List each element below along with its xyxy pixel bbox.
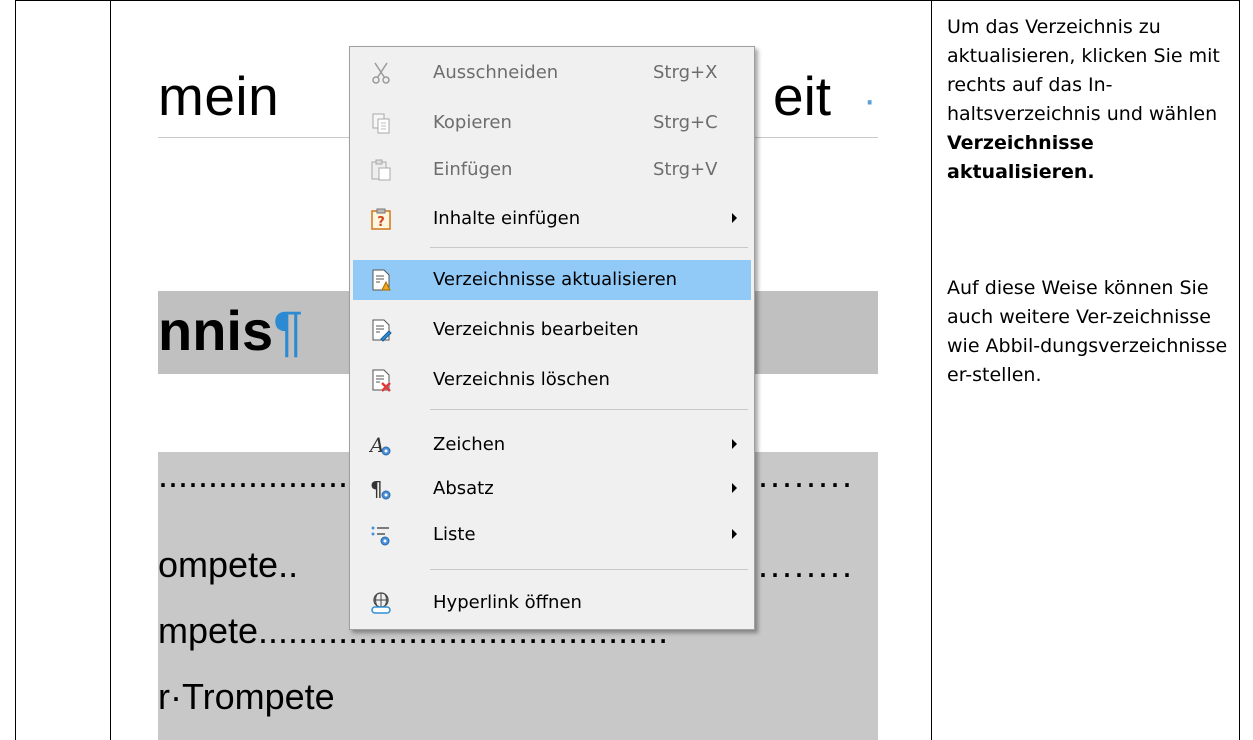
paragraph-icon: ¶ (370, 477, 391, 501)
copy-icon (372, 113, 390, 134)
svg-text:?: ? (377, 215, 385, 230)
character-icon: A (369, 433, 391, 457)
instruction-bold-text: Verzeichnisse aktualisieren. (947, 132, 1095, 183)
heading-fragment-left: mein (158, 65, 280, 127)
menu-item-label: Verzeichnis löschen (433, 369, 610, 390)
toc-dots-line: ................... (158, 454, 349, 495)
heading-fragment-right: eit (773, 65, 832, 127)
toc-heading-text: nnis (158, 299, 274, 362)
context-menu: Ausschneiden Strg+X Kopieren Strg+C Einf… (349, 46, 755, 630)
paste-special-icon: ? (371, 208, 391, 230)
update-index-icon (372, 269, 391, 291)
menu-item-paste-special[interactable]: ? Inhalte einfügen (353, 199, 751, 239)
menu-item-character[interactable]: A Zeichen (353, 425, 751, 465)
menu-item-label: Ausschneiden (433, 62, 559, 83)
instruction-paragraph-1: Um das Verzeichnis zu aktualisieren, kli… (947, 13, 1237, 187)
menu-separator (430, 569, 748, 570)
menu-item-list[interactable]: Liste (353, 515, 751, 555)
toc-entry-3: r·Trompete (158, 676, 335, 717)
menu-item-shortcut: Strg+C (653, 112, 718, 133)
submenu-arrow-icon (732, 529, 737, 539)
pilcrow-mark: ¶ (273, 299, 304, 362)
list-icon (371, 526, 390, 546)
menu-item-label: Inhalte einfügen (433, 208, 581, 229)
menu-item-label: Absatz (433, 478, 494, 499)
menu-item-shortcut: Strg+V (653, 159, 718, 180)
toc-entry-1: ompete.. (158, 544, 299, 585)
svg-text:¶: ¶ (370, 477, 383, 501)
menu-item-edit-index[interactable]: Verzeichnis bearbeiten (353, 310, 751, 350)
submenu-arrow-icon (732, 213, 737, 223)
toc-dots-line-right: ........ (758, 454, 855, 495)
menu-item-paragraph[interactable]: ¶ Absatz (353, 469, 751, 509)
edit-index-icon (372, 319, 392, 342)
menu-item-label: Verzeichnis bearbeiten (433, 319, 639, 340)
paste-icon (371, 159, 391, 181)
table-divider-left (110, 0, 111, 740)
menu-item-paste[interactable]: Einfügen Strg+V (353, 150, 751, 190)
instruction-paragraph-2: Auf diese Weise können Sie auch weitere … (947, 277, 1228, 386)
toc-entry-1-dots: ........ (758, 544, 855, 585)
menu-item-label: Verzeichnisse aktualisieren (433, 269, 678, 290)
table-divider-right (931, 0, 932, 740)
menu-item-label: Zeichen (433, 434, 506, 455)
menu-item-label: Hyperlink öffnen (433, 592, 582, 613)
menu-item-open-hyperlink[interactable]: Hyperlink öffnen (353, 583, 751, 623)
scissors-icon (372, 62, 390, 84)
submenu-arrow-icon (732, 483, 737, 493)
menu-item-label: Kopieren (433, 112, 512, 133)
menu-separator (430, 247, 748, 248)
menu-item-label: Einfügen (433, 159, 513, 180)
hyperlink-icon (371, 592, 391, 614)
menu-item-copy[interactable]: Kopieren Strg+C (353, 103, 751, 143)
menu-item-update-index[interactable]: Verzeichnisse aktualisieren (353, 260, 751, 300)
menu-item-label: Liste (433, 524, 476, 545)
delete-index-icon (372, 369, 391, 392)
svg-text:A: A (369, 433, 384, 457)
menu-separator (430, 409, 748, 410)
toc-heading: nnis¶ (158, 298, 303, 364)
menu-item-delete-index[interactable]: Verzeichnis löschen (353, 360, 751, 400)
menu-item-cut[interactable]: Ausschneiden Strg+X (353, 53, 751, 93)
instruction-text: Um das Verzeichnis zu aktualisieren, kli… (947, 16, 1220, 125)
instructions-panel: Um das Verzeichnis zu aktualisieren, kli… (947, 13, 1237, 390)
menu-item-shortcut: Strg+X (653, 62, 718, 83)
heading-dot: · (863, 78, 877, 122)
submenu-arrow-icon (732, 439, 737, 449)
